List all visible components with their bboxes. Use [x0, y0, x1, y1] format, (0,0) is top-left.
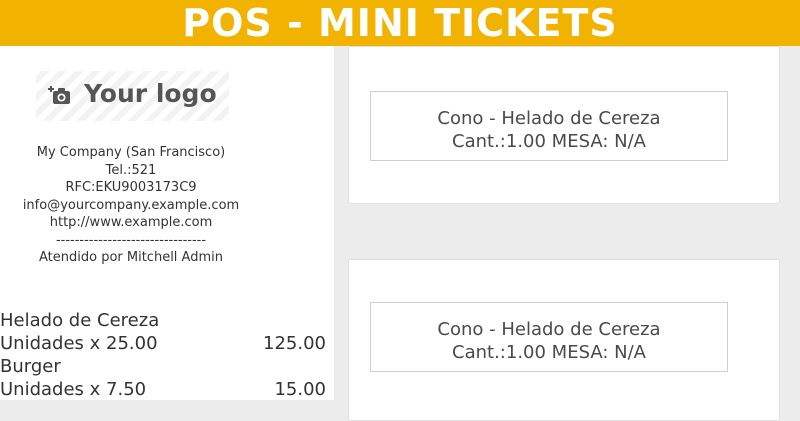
served-by: Atendido por Mitchell Admin: [39, 250, 223, 265]
company-info: My Company (San Francisco) Tel.:521 RFC:…: [0, 144, 262, 267]
order-line-detail-row: Unidades x 25.00 125.00: [0, 332, 330, 355]
company-name: My Company (San Francisco): [36, 145, 226, 160]
order-line-amount: 125.00: [263, 333, 326, 354]
ticket-info: Cant.:1.00 MESA: N/A: [452, 342, 646, 363]
company-phone: Tel.:521: [105, 162, 157, 178]
mini-ticket-card: Cono - Helado de Cereza Cant.:1.00 MESA:…: [348, 259, 780, 421]
order-line-detail: Unidades x 25.00: [0, 333, 158, 354]
order-line-detail: Unidades x 7.50: [0, 379, 147, 400]
company-email: info@yourcompany.example.com: [22, 197, 240, 213]
page-header: POS - MINI TICKETS: [0, 0, 800, 46]
mini-ticket: Cono - Helado de Cereza Cant.:1.00 MESA:…: [370, 91, 728, 161]
company-rfc: RFC:EKU9003173C9: [65, 180, 197, 195]
mini-ticket-card: Cono - Helado de Cereza Cant.:1.00 MESA:…: [348, 46, 780, 204]
ticket-product: Cono - Helado de Cereza: [437, 108, 661, 129]
order-line: Burger: [0, 355, 330, 378]
order-line-detail-row: Unidades x 7.50 15.00: [0, 378, 330, 401]
camera-icon: [48, 86, 70, 104]
page-title: POS - MINI TICKETS: [182, 1, 618, 45]
company-website: http://www.example.com: [49, 215, 213, 230]
order-line-name: Helado de Cereza: [0, 310, 160, 331]
mini-ticket: Cono - Helado de Cereza Cant.:1.00 MESA:…: [370, 302, 728, 372]
order-lines: Helado de Cereza Unidades x 25.00 125.00…: [0, 309, 330, 401]
ticket-info: Cant.:1.00 MESA: N/A: [452, 131, 646, 152]
receipt: Your logo My Company (San Francisco) Tel…: [0, 46, 334, 400]
order-line-name: Burger: [0, 356, 61, 377]
order-line: Helado de Cereza: [0, 309, 330, 332]
separator-line: --------------------------------: [55, 232, 207, 248]
company-logo: Your logo: [36, 71, 229, 121]
ticket-product: Cono - Helado de Cereza: [437, 319, 661, 340]
logo-text: Your logo: [84, 79, 217, 108]
order-line-amount: 15.00: [274, 379, 326, 400]
